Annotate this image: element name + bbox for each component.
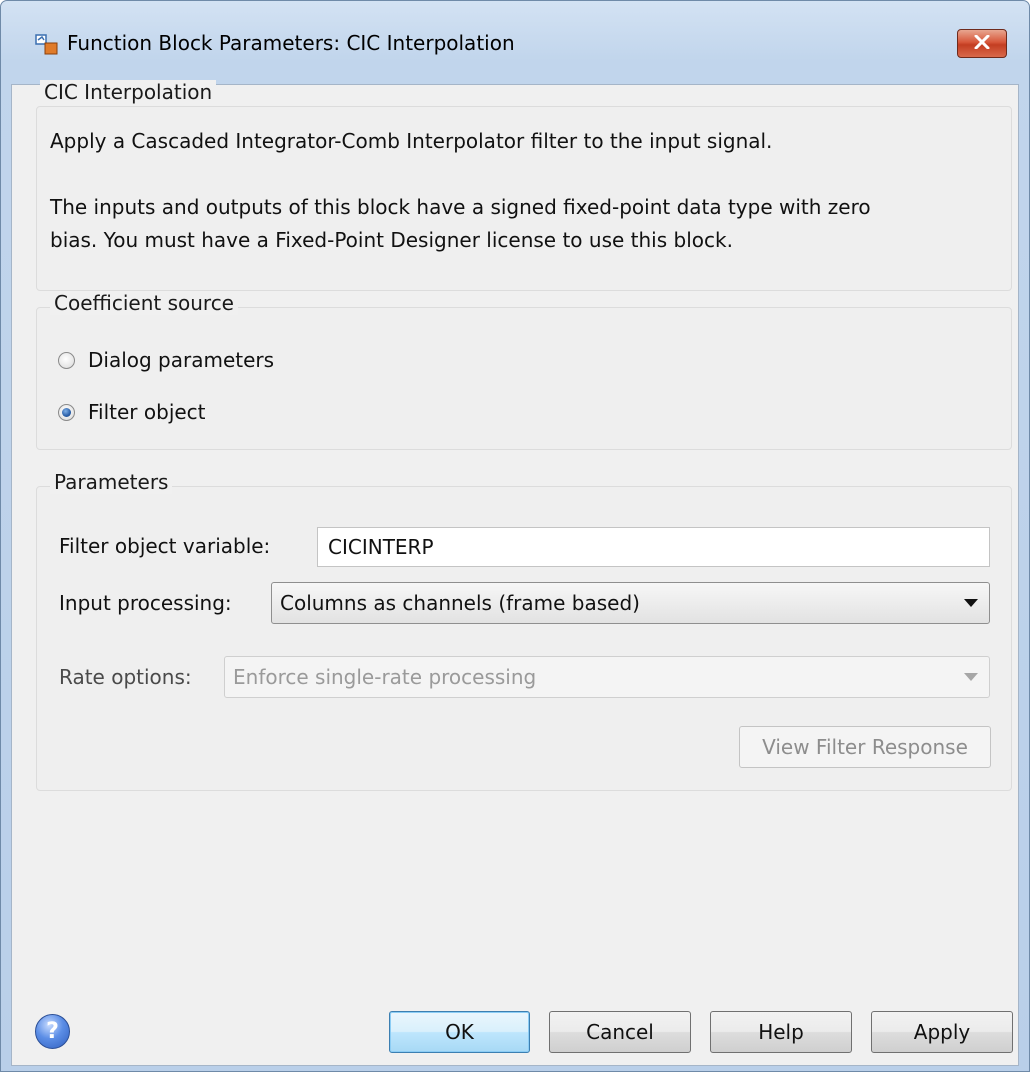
title-bar[interactable]: Function Block Parameters: CIC Interpola… [1,1,1029,85]
filter-object-variable-input[interactable]: CICINTERP [317,527,990,567]
chevron-down-icon [964,599,978,607]
radio-button[interactable] [58,351,75,369]
help-icon[interactable]: ? [35,1014,70,1049]
radio-button-selected[interactable] [58,403,75,421]
ok-button[interactable]: OK [389,1011,530,1053]
window-title: Function Block Parameters: CIC Interpola… [67,31,515,55]
apply-button-label: Apply [913,1020,971,1044]
cancel-button-label: Cancel [586,1020,654,1044]
description-line: The inputs and outputs of this block hav… [50,195,871,219]
ok-button-label: OK [445,1020,474,1044]
description-line: Apply a Cascaded Integrator-Comb Interpo… [50,129,773,153]
apply-button[interactable]: Apply [871,1011,1013,1053]
view-filter-response-button: View Filter Response [739,726,991,768]
cancel-button[interactable]: Cancel [549,1011,691,1053]
rate-options-selected: Enforce single-rate processing [233,665,537,689]
coefficient-source-group [36,307,1012,450]
description-line [50,158,871,191]
simulink-block-icon [35,34,59,56]
dialog-client-area: CIC Interpolation Apply a Cascaded Integ… [11,80,1019,1066]
rate-options-dropdown: Enforce single-rate processing [224,656,990,698]
parameters-title: Parameters [50,470,173,494]
description-line: bias. You must have a Fixed-Point Design… [50,228,733,252]
coefficient-source-title: Coefficient source [50,291,238,315]
radio-label: Filter object [88,400,206,424]
rate-options-label: Rate options: [59,665,192,689]
help-button[interactable]: Help [710,1011,852,1053]
description-text: Apply a Cascaded Integrator-Comb Interpo… [50,125,871,257]
radio-label: Dialog parameters [88,348,275,372]
description-group-title: CIC Interpolation [40,80,217,104]
close-icon [974,34,990,53]
input-processing-dropdown[interactable]: Columns as channels (frame based) [271,582,990,624]
filter-object-variable-value: CICINTERP [328,535,434,559]
input-processing-label: Input processing: [59,591,232,615]
radio-dialog-parameters[interactable]: Dialog parameters [58,348,274,372]
view-filter-response-label: View Filter Response [762,735,968,759]
dialog-window: Function Block Parameters: CIC Interpola… [0,0,1030,1072]
filter-object-variable-label: Filter object variable: [59,534,271,558]
chevron-down-icon [964,673,978,681]
help-button-label: Help [758,1020,804,1044]
close-button[interactable] [957,29,1007,58]
input-processing-selected: Columns as channels (frame based) [280,591,640,615]
radio-filter-object[interactable]: Filter object [58,400,206,424]
